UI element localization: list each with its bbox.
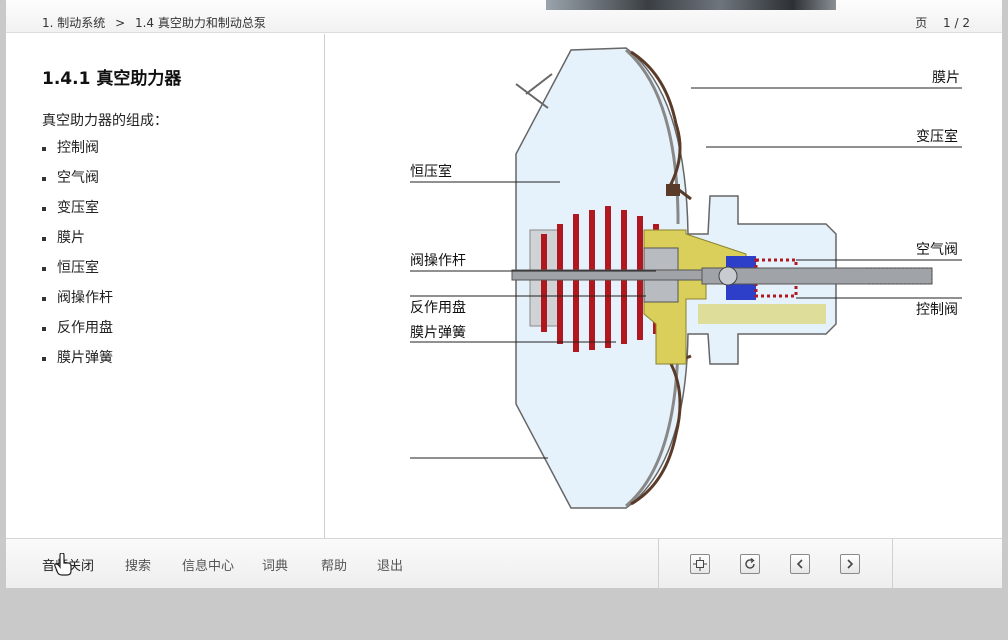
diagram-label-constant-chamber: 恒压室 [410,164,452,180]
page-indicator-label: 页 [915,16,928,30]
breadcrumb-level2[interactable]: 1.4 真空助力和制动总泵 [135,16,266,30]
list-item: 恒压室 [42,258,113,288]
toolbar-divider [892,539,893,589]
header-banner-image [546,0,836,10]
list-item-label: 阀操作杆 [57,290,113,306]
diagram-label-diaphragm: 膜片 [932,70,960,86]
list-item: 控制阀 [42,138,113,168]
list-item-label: 恒压室 [57,260,99,276]
page-indicator-value: 1 / 2 [943,16,970,30]
diagram-label-reaction-disc: 反作用盘 [410,300,466,316]
toolbar-divider [658,539,659,589]
list-item: 反作用盘 [42,318,113,348]
bullet-icon [42,297,46,301]
exit-link[interactable]: 退出 [377,555,403,574]
refresh-button[interactable] [740,554,760,574]
search-link[interactable]: 搜索 [125,555,151,574]
previous-page-button[interactable] [790,554,810,574]
list-item-label: 反作用盘 [57,320,113,336]
diagram-label-control-valve: 控制阀 [916,302,958,318]
page-title: 1.4.1 真空助力器 [42,69,182,89]
list-item: 膜片 [42,228,113,258]
valve-body [698,304,826,324]
breadcrumb-level1[interactable]: 1. 制动系统 [42,16,105,30]
breadcrumb: 1. 制动系统 > 1.4 真空助力和制动总泵 [42,14,272,31]
chevron-right-icon [847,559,854,569]
bullet-icon [42,357,46,361]
list-item-label: 膜片弹簧 [57,350,113,366]
next-page-button[interactable] [840,554,860,574]
bullet-icon [42,237,46,241]
help-link[interactable]: 帮助 [321,555,347,574]
diagram-label-diaphragm-spring: 膜片弹簧 [410,325,466,341]
overview-button[interactable] [690,554,710,574]
plunger [718,266,738,286]
refresh-icon [745,557,755,569]
intro-text: 真空助力器的组成： [42,113,168,129]
chevron-left-icon [796,559,803,569]
diagram-label-air-valve: 空气阀 [916,242,958,258]
vacuum-booster-diagram: 膜片 变压室 空气阀 控制阀 恒压室 阀操作杆 反作用盘 膜片弹簧 [326,34,1002,538]
list-item-label: 空气阀 [57,170,99,186]
overview-icon [693,557,707,571]
list-item: 变压室 [42,198,113,228]
list-item: 阀操作杆 [42,288,113,318]
diaphragm-bead-upper [666,184,680,196]
glossary-link[interactable]: 词典 [262,555,288,574]
breadcrumb-separator: > [115,16,126,30]
header-bar: 1. 制动系统 > 1.4 真空助力和制动总泵 页 1 / 2 [6,0,1002,33]
diagram-label-valve-operating-rod: 阀操作杆 [410,253,466,269]
component-list: 控制阀 空气阀 变压室 膜片 恒压室 阀操作杆 反作用盘 膜片弹簧 [42,138,113,378]
bullet-icon [42,147,46,151]
list-item-label: 控制阀 [57,140,99,156]
bullet-icon [42,327,46,331]
booster-cutaway-illustration [410,47,962,509]
bullet-icon [42,207,46,211]
diagram-label-variable-chamber: 变压室 [916,129,958,145]
bullet-icon [42,177,46,181]
bullet-icon [42,267,46,271]
list-item: 膜片弹簧 [42,348,113,378]
list-item: 空气阀 [42,168,113,198]
bottom-toolbar: 音频关闭 搜索 信息中心 词典 帮助 退出 [6,538,1002,589]
info-center-link[interactable]: 信息中心 [182,555,234,574]
text-panel: 1.4.1 真空助力器 真空助力器的组成： 控制阀 空气阀 变压室 膜片 恒压室… [6,34,325,538]
hand-cursor-icon [54,553,72,576]
list-item-label: 膜片 [57,230,85,246]
app-window: 1. 制动系统 > 1.4 真空助力和制动总泵 页 1 / 2 1.4.1 真空… [6,0,1002,589]
page-indicator: 页 1 / 2 [915,14,970,31]
list-item-label: 变压室 [57,200,99,216]
